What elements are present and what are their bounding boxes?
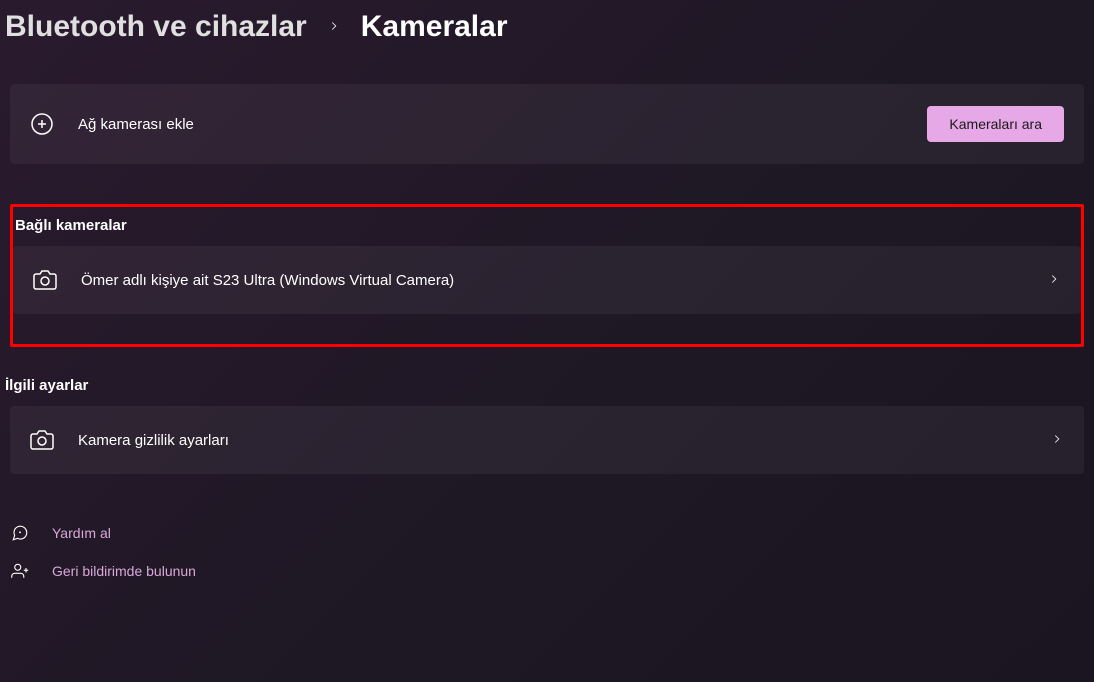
add-camera-left: Ağ kamerası ekle — [30, 112, 194, 136]
give-feedback-label: Geri bildirimde bulunun — [52, 563, 196, 579]
camera-icon — [33, 268, 57, 292]
breadcrumb: Bluetooth ve cihazlar Kameralar — [0, 0, 1094, 64]
get-help-link[interactable]: Yardım al — [10, 514, 1094, 552]
camera-item-left: Ömer adlı kişiye ait S23 Ultra (Windows … — [33, 268, 454, 292]
search-cameras-button[interactable]: Kameraları ara — [927, 106, 1064, 142]
camera-item-label: Ömer adlı kişiye ait S23 Ultra (Windows … — [81, 272, 454, 289]
connected-cameras-header: Bağlı kameralar — [15, 217, 1081, 234]
privacy-item-left: Kamera gizlilik ayarları — [30, 428, 229, 452]
chevron-right-icon — [1050, 432, 1064, 449]
give-feedback-link[interactable]: Geri bildirimde bulunun — [10, 552, 1094, 590]
privacy-item-label: Kamera gizlilik ayarları — [78, 432, 229, 449]
related-settings-header: İlgili ayarlar — [5, 377, 1094, 394]
connected-cameras-highlight: Bağlı kameralar Ömer adlı kişiye ait S23… — [10, 204, 1084, 347]
plus-circle-icon — [30, 112, 54, 136]
get-help-label: Yardım al — [52, 525, 111, 541]
breadcrumb-current: Kameralar — [361, 10, 508, 44]
help-links-section: Yardım al Geri bildirimde bulunun — [0, 514, 1094, 590]
chevron-right-icon — [327, 16, 341, 39]
chevron-right-icon — [1047, 272, 1061, 289]
add-camera-label: Ağ kamerası ekle — [78, 116, 194, 133]
help-icon — [10, 524, 30, 542]
feedback-icon — [10, 562, 30, 580]
add-network-camera-row: Ağ kamerası ekle Kameraları ara — [10, 84, 1084, 164]
related-settings-section: İlgili ayarlar Kamera gizlilik ayarları — [0, 377, 1094, 474]
camera-privacy-settings-item[interactable]: Kamera gizlilik ayarları — [10, 406, 1084, 474]
breadcrumb-parent[interactable]: Bluetooth ve cihazlar — [5, 10, 307, 44]
connected-camera-item[interactable]: Ömer adlı kişiye ait S23 Ultra (Windows … — [13, 246, 1081, 314]
camera-icon — [30, 428, 54, 452]
